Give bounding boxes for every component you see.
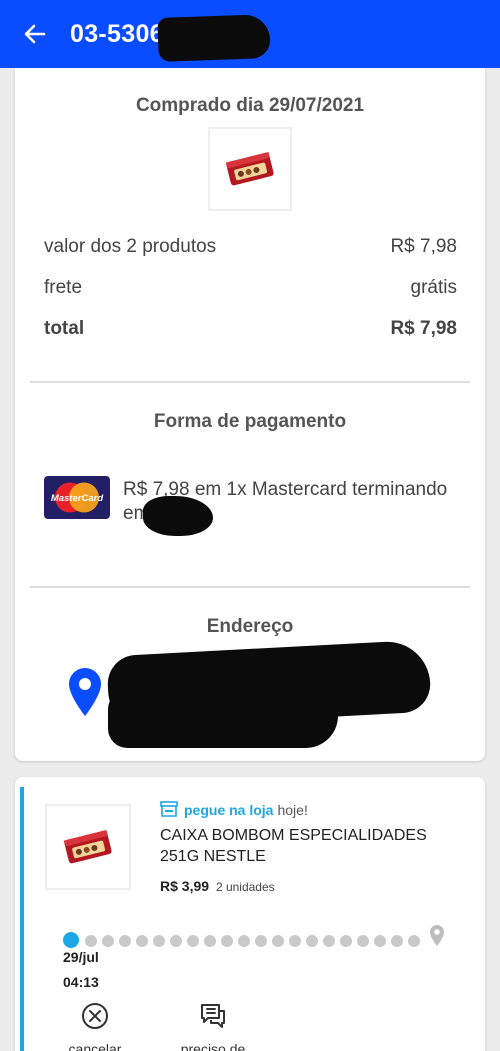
timeline-step: [136, 935, 148, 947]
close-circle-icon: [82, 1003, 108, 1029]
summary-row-shipping: frete grátis: [44, 277, 457, 299]
cancel-label: cancelar: [68, 1041, 122, 1051]
divider: [30, 586, 470, 588]
location-pin-icon: [69, 668, 101, 716]
summary-label: total: [44, 318, 85, 339]
arrow-left-icon: [24, 24, 46, 44]
product-price: R$ 3,99: [160, 878, 210, 894]
product-units: 2 unidades: [215, 880, 275, 894]
chocolate-box-image: [225, 152, 274, 186]
timeline-step: [289, 935, 301, 947]
pickup-label: pegue na loja: [184, 801, 274, 818]
card-brand-text: MasterCard: [51, 493, 103, 504]
product-price-line: R$ 3,99 2 unidades: [160, 878, 275, 894]
summary-row-products: valor dos 2 produtos R$ 7,98: [44, 236, 457, 258]
timeline-step: [391, 935, 403, 947]
timeline-step: [238, 935, 250, 947]
timeline-step: [374, 935, 386, 947]
timeline-step: [323, 935, 335, 947]
address-title: Endereço: [206, 616, 294, 637]
status-accent-bar: [20, 787, 24, 1051]
summary-value: R$ 7,98: [390, 318, 457, 339]
order-item-card: pegue na loja hoje! CAIXA BOMBOM ESPECIA…: [15, 777, 485, 1051]
chat-icon: [201, 1004, 225, 1028]
redaction: [143, 496, 213, 536]
timeline-step: [153, 935, 165, 947]
timeline-current-step: [63, 932, 79, 948]
tracking-timeline: [63, 925, 444, 950]
store-icon: [160, 801, 178, 817]
timeline-time: 04:13: [63, 974, 99, 990]
timeline-step: [204, 935, 216, 947]
pickup-when: hoje!: [277, 801, 308, 818]
payment-title: Forma de pagamento: [153, 411, 347, 432]
timeline-step: [357, 935, 369, 947]
timeline-step: [119, 935, 131, 947]
timeline-step: [306, 935, 318, 947]
product-thumbnail: [208, 127, 292, 211]
summary-row-total: total R$ 7,98: [44, 318, 457, 340]
timeline-step: [170, 935, 182, 947]
timeline-step: [408, 935, 420, 947]
timeline-step: [221, 935, 233, 947]
timeline-step: [85, 935, 97, 947]
summary-label: frete: [44, 277, 83, 298]
summary-value: grátis: [410, 277, 457, 298]
help-label: preciso de: [180, 1041, 246, 1051]
help-button[interactable]: preciso de: [165, 999, 261, 1051]
pickup-badge: pegue na loja hoje!: [160, 801, 308, 818]
cancel-button[interactable]: cancelar: [63, 999, 127, 1051]
chocolate-box-image: [63, 830, 112, 864]
timeline-step: [255, 935, 267, 947]
order-number: 03-5306: [70, 19, 164, 48]
redaction: [157, 14, 271, 62]
timeline-date: 29/jul: [63, 949, 99, 965]
product-thumbnail[interactable]: [45, 804, 131, 890]
mastercard-icon: MasterCard: [44, 476, 110, 519]
divider: [30, 381, 470, 383]
purchase-date-title: Comprado dia 29/07/2021: [135, 95, 365, 116]
summary-value: R$ 7,98: [390, 236, 457, 257]
redaction: [108, 690, 338, 748]
product-name: CAIXA BOMBOM ESPECIALIDADES 251G NESTLE: [160, 827, 427, 865]
timeline-step: [272, 935, 284, 947]
timeline-step: [340, 935, 352, 947]
summary-label: valor dos 2 produtos: [44, 236, 217, 257]
back-button[interactable]: [0, 0, 70, 68]
timeline-step: [102, 935, 114, 947]
timeline-step: [187, 935, 199, 947]
destination-pin-icon: [430, 925, 444, 946]
